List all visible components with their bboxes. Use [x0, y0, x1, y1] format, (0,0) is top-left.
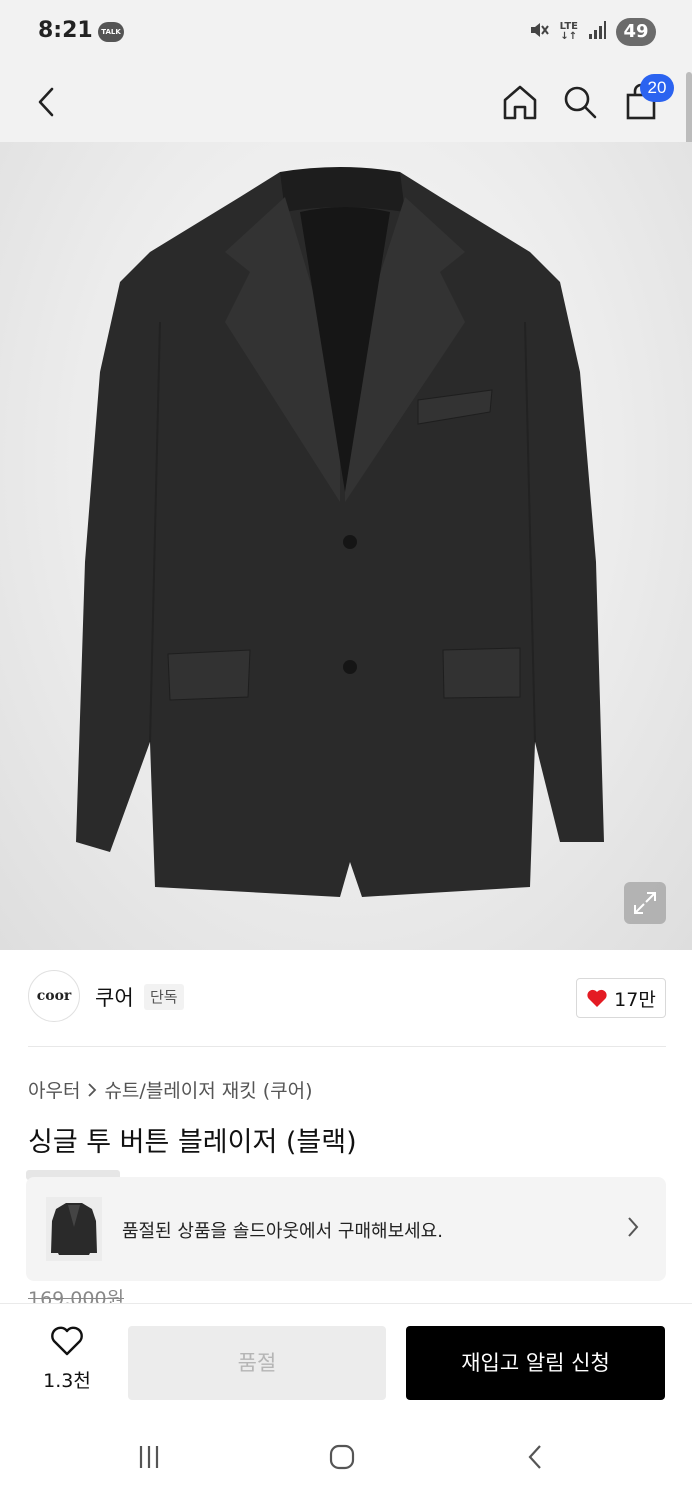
product-title: 싱글 투 버튼 블레이저 (블랙)	[28, 1127, 357, 1158]
restock-alert-button[interactable]: 재입고 알림 신청	[406, 1326, 665, 1400]
cart-count-badge: 20	[640, 74, 674, 102]
signal-icon	[588, 20, 606, 44]
breadcrumb-category[interactable]: 아우터	[28, 1076, 80, 1103]
recent-apps-button[interactable]	[129, 1437, 169, 1477]
bottom-action-bar: 1.3천 품절 재입고 알림 신청	[0, 1303, 692, 1414]
chevron-left-icon	[38, 87, 54, 117]
brand-like-button[interactable]: 17만	[576, 978, 666, 1018]
system-back-button[interactable]	[516, 1437, 556, 1477]
talk-notification-icon: TALK	[98, 22, 124, 42]
breadcrumb-subcategory[interactable]: 슈트/블레이저 재킷 (쿠어)	[104, 1076, 312, 1103]
search-button[interactable]	[556, 78, 604, 126]
wishlist-count: 1.3천	[43, 1370, 91, 1392]
search-icon	[564, 86, 597, 119]
original-price: 169,000원	[28, 1288, 125, 1304]
brand-like-count: 17만	[614, 988, 656, 1011]
divider	[28, 1046, 666, 1047]
back-icon	[528, 1445, 541, 1469]
brand-name[interactable]: 쿠어	[95, 982, 134, 1012]
status-bar: 8:21 TALK LTE ↓↑ 49	[0, 0, 692, 64]
home-button[interactable]	[496, 78, 544, 126]
product-image[interactable]	[0, 142, 692, 950]
status-time: 8:21	[38, 18, 93, 43]
back-button[interactable]	[22, 78, 70, 126]
exclusive-badge: 단독	[144, 984, 184, 1010]
chevron-right-icon	[626, 1215, 640, 1243]
top-navigation	[0, 64, 692, 142]
wishlist-button[interactable]: 1.3천	[34, 1326, 100, 1393]
lte-icon: LTE ↓↑	[559, 21, 578, 42]
expand-image-button[interactable]	[624, 882, 666, 924]
system-navigation-bar	[0, 1413, 692, 1500]
home-rounded-icon	[329, 1444, 355, 1470]
recent-apps-icon	[139, 1446, 159, 1468]
blazer-illustration	[76, 167, 604, 897]
soldout-promo-banner[interactable]: 품절된 상품을 솔드아웃에서 구매해보세요.	[26, 1177, 666, 1281]
brand-row: coor 쿠어 단독 17만	[28, 970, 666, 1026]
heart-outline-icon	[51, 1326, 83, 1356]
soldout-button[interactable]: 품절	[128, 1326, 386, 1400]
banner-thumbnail	[46, 1197, 102, 1261]
system-home-button[interactable]	[322, 1437, 362, 1477]
mute-icon	[528, 19, 550, 45]
brand-logo[interactable]: coor	[28, 970, 80, 1022]
heart-filled-icon	[587, 989, 607, 1007]
battery-indicator: 49	[616, 18, 656, 46]
banner-text: 품절된 상품을 솔드아웃에서 구매해보세요.	[122, 1221, 443, 1242]
chevron-right-icon	[88, 1082, 97, 1097]
home-icon	[503, 85, 537, 120]
breadcrumb: 아우터 슈트/블레이저 재킷 (쿠어)	[28, 1076, 313, 1103]
expand-icon	[634, 892, 656, 914]
